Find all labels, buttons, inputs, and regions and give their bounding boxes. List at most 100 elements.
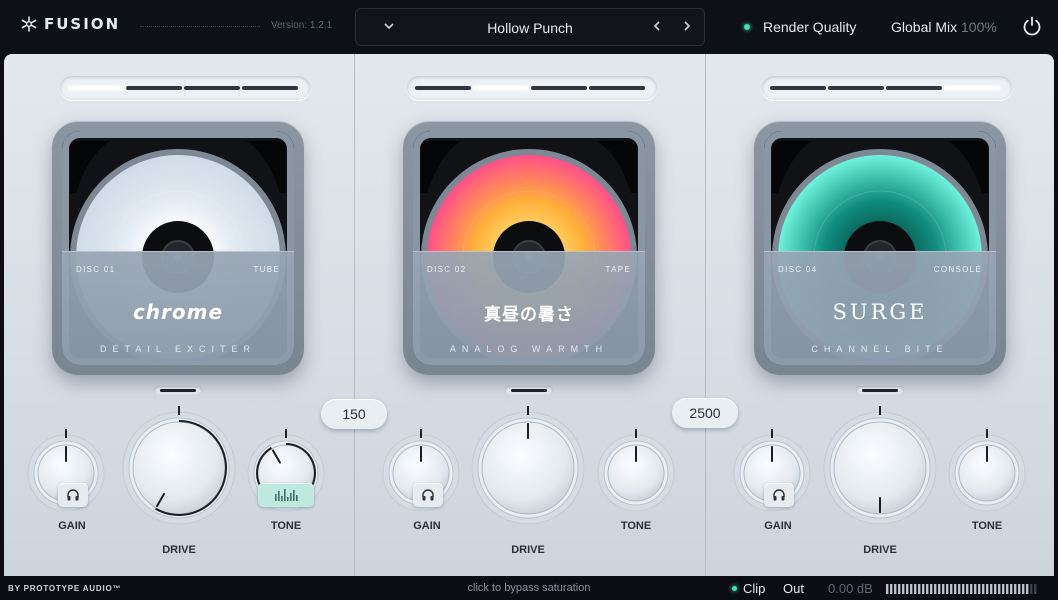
- disc-card[interactable]: DISC 01 TUBE chrome DETAIL EXCITER: [52, 121, 304, 375]
- slot-bypass-led[interactable]: [856, 386, 904, 395]
- disc-info-panel: DISC 02 TAPE 真昼の暑さ ANALOG WARMTH: [413, 251, 645, 365]
- meter-segment: [906, 584, 909, 594]
- disc-selector-segment-4[interactable]: [242, 86, 298, 90]
- logo: FUSION: [20, 15, 120, 33]
- disc-title: chrome: [132, 300, 224, 324]
- clip-toggle[interactable]: Clip: [743, 581, 765, 596]
- meter-segment: [898, 584, 901, 594]
- asterisk-logo-icon: [21, 16, 37, 32]
- solo-button[interactable]: [413, 483, 443, 507]
- header-divider: [140, 26, 260, 27]
- disc-card[interactable]: DISC 02 TAPE 真昼の暑さ ANALOG WARMTH: [403, 121, 655, 375]
- disc-selector-segment-4[interactable]: [589, 86, 645, 90]
- drive-knob-2[interactable]: [467, 406, 589, 529]
- preset-selector[interactable]: Hollow Punch: [355, 8, 705, 46]
- meter-segment: [930, 584, 933, 594]
- meter-segment: [990, 584, 993, 594]
- meter-segment: [1014, 584, 1017, 594]
- meter-segment: [922, 584, 925, 594]
- meter-segment: [918, 584, 921, 594]
- disc-type: TAPE: [605, 265, 631, 274]
- disc-type: CONSOLE: [933, 265, 982, 274]
- chevron-left-icon[interactable]: [650, 19, 664, 33]
- meter-segment: [942, 584, 945, 594]
- footer-bar: BY PROTOTYPE AUDIO™ click to bypass satu…: [0, 576, 1058, 600]
- meter-segment: [974, 584, 977, 594]
- global-mix-value[interactable]: 100%: [961, 19, 997, 35]
- disc-type: TUBE: [253, 265, 280, 274]
- meter-segment: [1010, 584, 1013, 594]
- disc-selector-segment-3[interactable]: [886, 86, 942, 90]
- disc-selector-segment-3[interactable]: [531, 86, 587, 90]
- meter-segment: [978, 584, 981, 594]
- meter-segment: [890, 584, 893, 594]
- drive-label: DRIVE: [863, 544, 897, 556]
- meter-segment: [982, 584, 985, 594]
- top-bar: FUSION Version: 1.2.1 Hollow Punch Rende…: [0, 0, 1058, 54]
- tone-label: TONE: [971, 520, 1003, 532]
- meter-segment: [934, 584, 937, 594]
- headphones-icon: [67, 489, 79, 501]
- disc-window: DISC 01 TUBE chrome DETAIL EXCITER: [62, 131, 294, 365]
- drive-knob-3[interactable]: [819, 406, 941, 529]
- meter-segment: [998, 584, 1001, 594]
- disc-subtitle: DETAIL EXCITER: [99, 344, 256, 354]
- output-meter: [886, 584, 1037, 594]
- disc-selector-segment-1[interactable]: [415, 86, 471, 90]
- disc-selector-switch[interactable]: [762, 76, 1012, 100]
- render-quality-indicator[interactable]: [744, 24, 750, 30]
- meter-segment: [914, 584, 917, 594]
- meter-segment: [1030, 584, 1033, 594]
- meter-segment: [1034, 584, 1037, 594]
- disc-info-panel: DISC 01 TUBE chrome DETAIL EXCITER: [62, 251, 294, 365]
- output-label: Out: [783, 581, 804, 596]
- render-quality-toggle[interactable]: Render Quality: [763, 19, 856, 35]
- drive-label: DRIVE: [162, 544, 196, 556]
- disc-card[interactable]: DISC 04 CONSOLE SURGE CHANNEL BITE: [754, 121, 1006, 375]
- disc-selector-switch[interactable]: [60, 76, 310, 100]
- meter-segment: [894, 584, 897, 594]
- meter-segment: [926, 584, 929, 594]
- disc-selector-switch[interactable]: [407, 76, 657, 100]
- tone-mode-button[interactable]: [258, 483, 314, 507]
- tone-knob-3[interactable]: [944, 429, 1030, 516]
- gain-label: GAIN: [764, 520, 792, 532]
- meter-segment: [954, 584, 957, 594]
- disc-selector-segment-1[interactable]: [68, 86, 124, 90]
- disc-selector-segment-2[interactable]: [828, 86, 884, 90]
- disc-selector-segment-1[interactable]: [770, 86, 826, 90]
- gain-label: GAIN: [58, 520, 86, 532]
- headphones-icon: [422, 489, 434, 501]
- clip-indicator[interactable]: [732, 586, 737, 591]
- slot-bypass-led[interactable]: [505, 386, 553, 395]
- global-mix-label: Global Mix: [891, 19, 958, 35]
- meter-segment: [958, 584, 961, 594]
- output-gain-value[interactable]: 0.00 dB: [828, 581, 873, 596]
- disc-selector-segment-4[interactable]: [944, 86, 1000, 90]
- drive-label: DRIVE: [511, 544, 545, 556]
- disc-selector-segment-3[interactable]: [184, 86, 240, 90]
- meter-segment: [946, 584, 949, 594]
- meter-segment: [1018, 584, 1021, 594]
- power-icon[interactable]: [1021, 15, 1043, 37]
- meter-segment: [1026, 584, 1029, 594]
- disc-info-panel: DISC 04 CONSOLE SURGE CHANNEL BITE: [764, 251, 996, 365]
- disc-selector-segment-2[interactable]: [473, 86, 529, 90]
- meter-segment: [994, 584, 997, 594]
- meter-segment: [938, 584, 941, 594]
- drive-knob-1[interactable]: [118, 406, 240, 529]
- meter-segment: [1002, 584, 1005, 594]
- app-name: FUSION: [44, 15, 121, 33]
- meter-segment: [1022, 584, 1025, 594]
- chevron-right-icon[interactable]: [680, 19, 694, 33]
- meter-segment: [962, 584, 965, 594]
- disc-selector-segment-2[interactable]: [126, 86, 182, 90]
- slot-bypass-led[interactable]: [154, 386, 202, 395]
- meter-segment: [970, 584, 973, 594]
- disc-title: SURGE: [832, 300, 928, 324]
- solo-button[interactable]: [58, 483, 88, 507]
- meter-segment: [966, 584, 969, 594]
- meter-segment: [986, 584, 989, 594]
- tone-knob-2[interactable]: [593, 429, 679, 516]
- solo-button[interactable]: [764, 483, 794, 507]
